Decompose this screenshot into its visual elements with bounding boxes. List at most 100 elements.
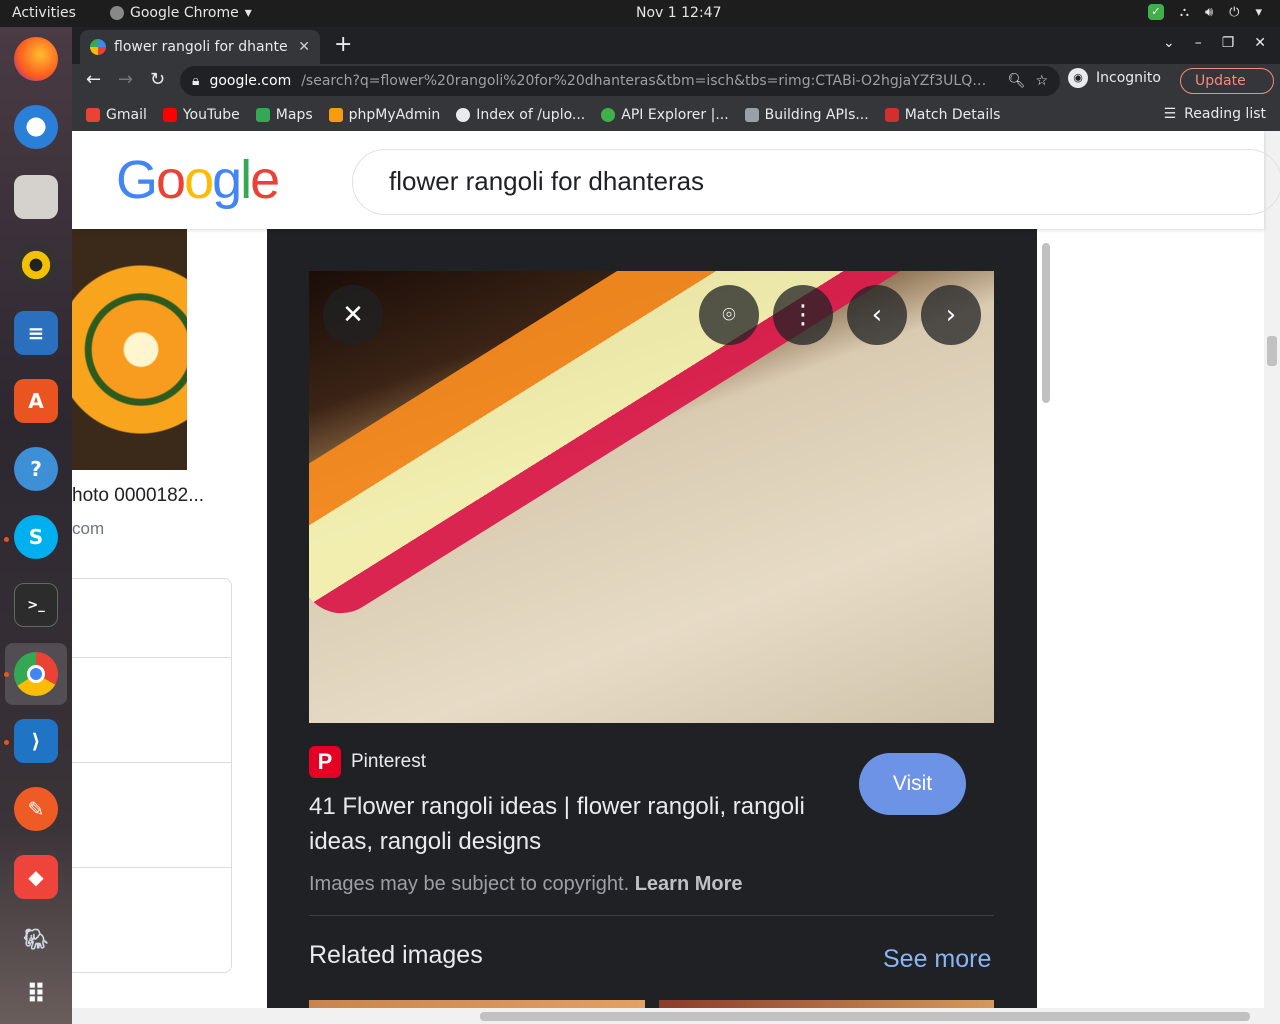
maximize-icon[interactable]: ❐ — [1222, 35, 1235, 51]
reading-list-button[interactable]: ☰ Reading list — [1164, 106, 1266, 122]
result-card — [72, 578, 232, 973]
bookmark-label: Gmail — [106, 106, 147, 123]
close-tab-icon[interactable]: ✕ — [298, 39, 310, 55]
close-icon[interactable]: ✕ — [323, 285, 383, 345]
running-indicator — [4, 537, 9, 542]
power-icon[interactable]: ⏻ — [1229, 5, 1239, 20]
result-title[interactable]: hoto 0000182... — [72, 485, 204, 507]
bookmark-youtube[interactable]: YouTube — [162, 107, 240, 123]
bookmark-index[interactable]: Index of /uplo... — [456, 107, 585, 123]
chevron-down-icon[interactable]: ▾ — [1255, 5, 1262, 20]
minimize-icon[interactable]: – — [1195, 35, 1202, 51]
preview-title[interactable]: 41 Flower rangoli ideas | flower rangoli… — [309, 789, 809, 859]
help-icon[interactable]: ? — [14, 447, 58, 491]
lens-icon[interactable]: ⌾ — [699, 285, 759, 345]
bookmark-building-apis[interactable]: Building APIs... — [744, 107, 869, 123]
scrollbar-thumb[interactable] — [1042, 243, 1050, 403]
divider — [309, 915, 994, 916]
bookmark-maps[interactable]: Maps — [255, 106, 313, 123]
google-logo[interactable]: Google — [116, 149, 280, 211]
result-thumbnail[interactable] — [72, 229, 187, 470]
app-menu-label: Google Chrome — [130, 5, 239, 21]
chrome-small-icon — [110, 6, 124, 20]
copyright-text: Images may be subject to copyright. — [309, 873, 630, 895]
reading-list-label: Reading list — [1184, 106, 1266, 122]
zoom-icon[interactable]: 🔍︎ — [1008, 73, 1026, 89]
thunderbird-icon[interactable] — [14, 105, 58, 149]
volume-icon[interactable]: 🔊︎ — [1205, 5, 1213, 20]
match-details-icon — [884, 107, 899, 122]
image-preview-panel: ✕ ⌾ ⋮ ‹ › P Pinterest 41 Flower rangoli … — [267, 229, 1037, 1024]
forward-icon[interactable]: → — [118, 69, 133, 90]
files-icon[interactable] — [14, 175, 58, 219]
bookmark-label: Match Details — [904, 106, 1001, 123]
window-controls: ⌄ – ❐ ✕ — [1163, 35, 1266, 51]
reload-icon[interactable]: ↻ — [150, 69, 165, 90]
system-top-bar: Activities Google Chrome ▾ Nov 1 12:47 ✓… — [0, 0, 1280, 27]
chevron-left-icon[interactable]: ‹ — [847, 285, 907, 345]
page-horizontal-scrollbar[interactable] — [72, 1008, 1264, 1024]
bookmark-gmail[interactable]: Gmail — [86, 107, 147, 123]
google-favicon-icon — [90, 39, 106, 55]
browser-toolbar: ← → ↻ 🔒︎ google.com /search?q=flower%20r… — [72, 64, 1280, 113]
bookmark-api-explorer[interactable]: API Explorer |... — [601, 107, 729, 123]
new-tab-button[interactable]: + — [334, 32, 352, 57]
postman-icon[interactable]: ✎ — [14, 787, 58, 831]
more-vert-icon[interactable]: ⋮ — [773, 285, 833, 345]
see-more-link[interactable]: See more — [883, 945, 991, 974]
url-domain: google.com — [209, 73, 292, 89]
list-item[interactable] — [72, 579, 231, 658]
address-bar[interactable]: 🔒︎ google.com /search?q=flower%20rangoli… — [180, 66, 1060, 96]
incognito-indicator[interactable]: ◉ Incognito — [1068, 68, 1161, 88]
globe-icon — [456, 107, 471, 122]
search-input[interactable]: flower rangoli for dhanteras — [352, 149, 1280, 215]
bookmark-phpmyadmin[interactable]: phpMyAdmin — [328, 107, 440, 123]
libreoffice-writer-icon[interactable]: ≡ — [14, 311, 58, 355]
rhythmbox-icon[interactable] — [14, 243, 58, 287]
skype-icon[interactable]: S — [14, 515, 58, 559]
anydesk-icon[interactable]: ◆ — [14, 855, 58, 899]
system-tray[interactable]: ✓ ⛬ 🔊︎ ⏻ ▾ — [1147, 4, 1262, 20]
close-window-icon[interactable]: ✕ — [1254, 35, 1266, 51]
visit-button[interactable]: Visit — [859, 753, 966, 815]
bookmark-label: Maps — [275, 106, 313, 123]
running-indicator — [4, 740, 9, 745]
tab-search-icon[interactable]: ⌄ — [1163, 35, 1175, 51]
chevron-right-icon[interactable]: › — [921, 285, 981, 345]
clock[interactable]: Nov 1 12:47 — [636, 5, 721, 21]
shield-icon[interactable]: ✓ — [1147, 4, 1164, 20]
scrollbar-thumb[interactable] — [1267, 336, 1277, 366]
related-images-heading: Related images — [309, 941, 483, 969]
copyright-notice: Images may be subject to copyright. Lear… — [309, 873, 743, 896]
terminal-icon[interactable]: >_ — [14, 583, 58, 627]
activities-button[interactable]: Activities — [12, 5, 76, 21]
show-apps-icon[interactable]: ⠿ — [14, 973, 58, 1017]
list-item[interactable] — [72, 658, 231, 763]
source-link[interactable]: P Pinterest — [309, 746, 426, 778]
pgadmin-icon[interactable]: 🐘︎ — [14, 917, 58, 961]
browser-window-frame: flower rangoli for dhante ✕ + ⌄ – ❐ ✕ ← … — [72, 27, 1280, 131]
lock-icon[interactable]: 🔒︎ — [192, 73, 199, 89]
update-button[interactable]: Update ⋮ — [1180, 68, 1274, 113]
vscode-icon[interactable]: ⟩ — [14, 719, 58, 763]
learn-more-link[interactable]: Learn More — [635, 873, 743, 895]
result-source: com — [72, 519, 105, 538]
network-icon[interactable]: ⛬ — [1180, 5, 1189, 20]
panel-scrollbar[interactable] — [1040, 231, 1052, 1024]
list-item[interactable] — [72, 763, 231, 868]
firefox-icon[interactable] — [14, 37, 58, 81]
app-menu[interactable]: Google Chrome ▾ — [110, 5, 252, 21]
youtube-icon — [162, 107, 177, 122]
tab-active[interactable]: flower rangoli for dhante ✕ — [80, 30, 320, 64]
caret-down-icon: ▾ — [244, 5, 252, 21]
scrollbar-thumb[interactable] — [480, 1012, 1250, 1021]
chrome-icon[interactable] — [14, 652, 58, 696]
bookmark-match-details[interactable]: Match Details — [884, 106, 1001, 123]
preview-image[interactable]: ✕ ⌾ ⋮ ‹ › — [309, 271, 994, 723]
incognito-icon: ◉ — [1068, 68, 1088, 88]
page-vertical-scrollbar[interactable] — [1264, 131, 1280, 1024]
bookmark-star-icon[interactable]: ☆ — [1035, 73, 1048, 89]
phpmyadmin-icon — [328, 107, 343, 122]
software-center-icon[interactable]: A — [14, 379, 58, 423]
back-icon[interactable]: ← — [86, 69, 101, 90]
